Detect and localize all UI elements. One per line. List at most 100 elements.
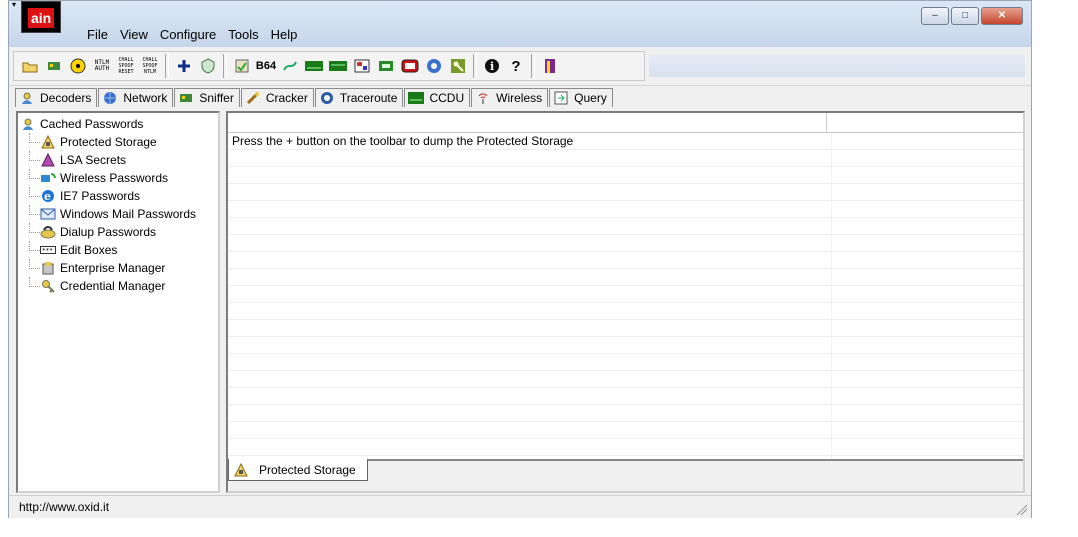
cached-passwords-icon — [20, 116, 36, 132]
tree-item-lsa-secrets[interactable]: LSA Secrets — [20, 151, 218, 169]
list-row-empty — [228, 439, 1023, 456]
password-tree: Cached Passwords Protected Storage LSA S… — [18, 113, 218, 295]
list-row-empty — [228, 252, 1023, 269]
shield-icon[interactable] — [198, 56, 218, 76]
tree-item-ie7-passwords[interactable]: e IE7 Passwords — [20, 187, 218, 205]
tab-label: Network — [123, 91, 168, 105]
key-icon[interactable] — [448, 56, 468, 76]
status-bar: http://www.oxid.it — [9, 495, 1031, 518]
tree-item-label: Dialup Passwords — [60, 225, 157, 239]
traceroute-icon — [319, 91, 335, 105]
list-cell — [228, 320, 832, 336]
menu-view[interactable]: View — [114, 27, 154, 43]
tab-traceroute[interactable]: Traceroute — [314, 88, 404, 107]
toolbar-separator — [165, 54, 169, 78]
ntlm-auth-icon[interactable]: NTLM AUTH — [92, 56, 112, 76]
column-header-2[interactable] — [827, 113, 1023, 132]
wireless-icon — [475, 91, 491, 105]
cisco-icon[interactable] — [304, 56, 324, 76]
vnc-icon[interactable] — [352, 56, 372, 76]
ie-icon: e — [40, 188, 56, 204]
tree-line — [29, 277, 40, 287]
route-icon[interactable] — [280, 56, 300, 76]
tree-item-label: LSA Secrets — [60, 153, 127, 167]
close-button[interactable]: ✕ — [981, 7, 1023, 25]
tree-item-protected-storage[interactable]: Protected Storage — [20, 133, 218, 151]
list-cell — [228, 354, 832, 370]
chall-spoof-ntlm-icon[interactable]: CHALL SPOOF NTLM — [140, 56, 160, 76]
lsa-icon[interactable] — [376, 56, 396, 76]
list-cell — [228, 371, 832, 387]
maximize-button[interactable]: □ — [951, 7, 979, 25]
sniffer-icon — [178, 91, 194, 105]
list-row-empty — [228, 320, 1023, 337]
tree-root[interactable]: Cached Passwords — [20, 115, 218, 133]
lsa-secrets-icon — [40, 152, 56, 168]
minimize-button[interactable]: – — [921, 7, 949, 25]
open-folder-icon[interactable] — [20, 56, 40, 76]
list-cell — [228, 218, 832, 234]
list-cell — [228, 269, 832, 285]
menu-tools[interactable]: Tools — [222, 27, 264, 43]
list-cell — [228, 252, 832, 268]
tab-network[interactable]: Network — [98, 88, 174, 107]
vpn-icon[interactable] — [328, 56, 348, 76]
cain-logo: ain — [21, 1, 61, 33]
about-icon[interactable]: i — [482, 56, 502, 76]
network-icon — [102, 91, 118, 105]
menu-help[interactable]: Help — [265, 27, 304, 43]
list-cell — [228, 405, 832, 421]
bottom-tab-protected-storage[interactable]: Protected Storage — [228, 459, 368, 481]
windows-mail-icon — [40, 206, 56, 222]
bottom-tab-label: Protected Storage — [259, 462, 356, 477]
tree-item-wireless-passwords[interactable]: Wireless Passwords — [20, 169, 218, 187]
list-cell — [228, 286, 832, 302]
base64-icon[interactable]: B64 — [256, 56, 276, 76]
exit-icon[interactable] — [540, 56, 560, 76]
tree-item-label: Protected Storage — [60, 135, 157, 149]
ccdu-icon[interactable] — [400, 56, 420, 76]
wireless-icon[interactable] — [424, 56, 444, 76]
help-icon[interactable]: ? — [506, 56, 526, 76]
radiation-icon[interactable] — [68, 56, 88, 76]
network-card-icon[interactable] — [44, 56, 64, 76]
list-row-empty — [228, 235, 1023, 252]
menu-configure[interactable]: Configure — [154, 27, 222, 43]
resize-grip[interactable] — [1015, 503, 1027, 515]
tab-query[interactable]: Query — [549, 88, 613, 107]
tree-item-edit-boxes[interactable]: *** Edit Boxes — [20, 241, 218, 259]
tree-item-credential-manager[interactable]: Credential Manager — [20, 277, 218, 295]
tab-wireless[interactable]: Wireless — [471, 88, 549, 107]
list-row[interactable]: Press the + button on the toolbar to dum… — [228, 133, 1023, 150]
protected-storage-icon — [233, 462, 249, 478]
list-row-empty — [228, 201, 1023, 218]
column-header-1[interactable] — [228, 113, 828, 132]
tree-line — [29, 205, 40, 215]
logo-text: ain — [28, 8, 54, 28]
tree-item-label: Wireless Passwords — [60, 171, 169, 185]
list-cell — [228, 439, 832, 455]
svg-text:e: e — [44, 190, 51, 203]
tree-item-enterprise-manager[interactable]: Enterprise Manager — [20, 259, 218, 277]
tree-item-dialup-passwords[interactable]: Dialup Passwords — [20, 223, 218, 241]
tab-decoders[interactable]: Decoders — [15, 88, 98, 107]
ccdu-icon — [408, 91, 425, 105]
list-cell — [228, 184, 832, 200]
tree-item-label: Windows Mail Passwords — [60, 207, 197, 221]
tab-cracker[interactable]: Cracker — [240, 88, 314, 107]
tree-line — [29, 223, 40, 233]
tab-ccdu[interactable]: CCDU — [404, 88, 471, 107]
add-icon[interactable] — [174, 56, 194, 76]
tree-line — [29, 133, 40, 143]
tab-label: Traceroute — [339, 91, 398, 105]
menu-file[interactable]: File — [81, 27, 114, 43]
chall-spoof-reset-icon[interactable]: CHALL SPOOF RESET — [116, 56, 136, 76]
tree-root-label: Cached Passwords — [40, 117, 144, 131]
tree-line — [29, 169, 40, 179]
tab-label: Cracker — [265, 91, 308, 105]
decode-icon[interactable] — [232, 56, 252, 76]
list-row-empty — [228, 303, 1023, 320]
tree-item-windows-mail-passwords[interactable]: Windows Mail Passwords — [20, 205, 218, 223]
list-cell — [228, 235, 832, 251]
tab-sniffer[interactable]: Sniffer — [174, 88, 240, 107]
